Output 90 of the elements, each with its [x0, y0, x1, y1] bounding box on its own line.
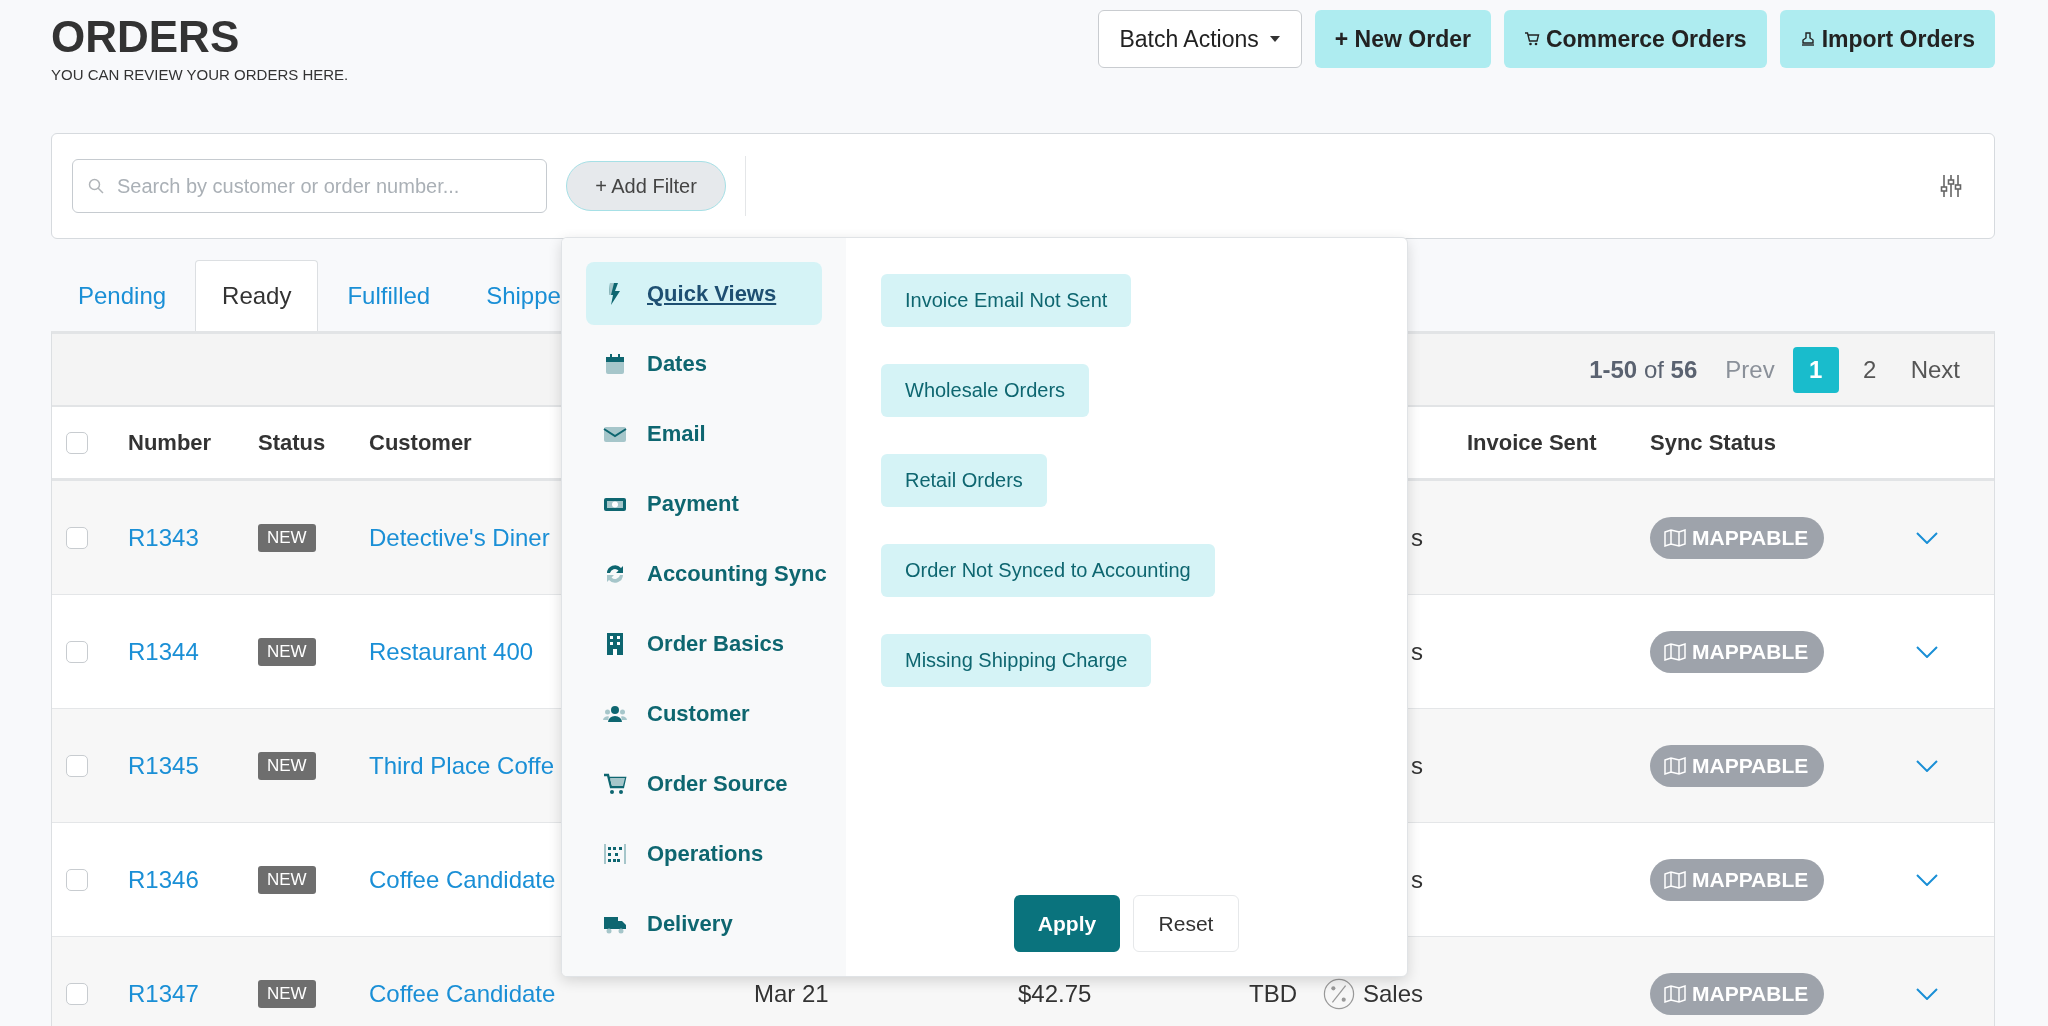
chevron-down-icon — [1916, 531, 1938, 544]
pagination-summary: 1-50 of 56 — [1589, 355, 1698, 384]
rt-circle-icon — [1323, 976, 1355, 1011]
caret-icon — [1268, 35, 1281, 43]
chevron-down-icon — [1916, 987, 1938, 1000]
tab[interactable]: Ready — [195, 260, 319, 331]
order-number-link[interactable]: R1346 — [128, 865, 199, 894]
add-filter-button[interactable]: + Add Filter — [566, 161, 726, 211]
table-cell: Mar 21 — [754, 979, 829, 1008]
search-field[interactable]: Search by customer or order number... — [72, 159, 547, 213]
column-header: Customer — [369, 429, 472, 456]
batch-actions-button[interactable]: Batch Actions — [1098, 10, 1302, 68]
filter-category[interactable]: Delivery — [586, 892, 822, 955]
table-cell: Sales — [1361, 979, 1423, 1008]
chevron-down-icon — [1916, 759, 1938, 772]
table-cell-text: s — [1410, 751, 1423, 780]
page-title: ORDERS — [51, 14, 241, 60]
sync-status-badge: MAPPABLE — [1650, 516, 1825, 559]
action-button[interactable]: Import Orders — [1779, 10, 1995, 68]
table-cell: $42.75 — [1018, 979, 1092, 1008]
checkbox[interactable] — [66, 982, 88, 1005]
column-header: Number — [128, 429, 212, 456]
status-badge: NEW — [258, 523, 316, 552]
cart-icon — [1523, 31, 1540, 47]
chevron-down-icon — [1916, 873, 1938, 886]
chevron-down-icon — [1916, 645, 1938, 658]
status-badge: NEW — [258, 865, 316, 894]
checkbox[interactable] — [66, 431, 88, 454]
order-number-link[interactable]: R1345 — [128, 751, 199, 780]
checkbox[interactable] — [66, 526, 88, 549]
map-icon — [1664, 756, 1686, 775]
column-header: Status — [258, 429, 326, 456]
calendar-icon — [603, 351, 627, 376]
checkbox[interactable] — [66, 868, 88, 891]
quick-view-chip[interactable]: Missing Shipping Charge — [881, 634, 1152, 687]
table-cell: TBD — [1249, 979, 1297, 1008]
stamp-icon — [1799, 31, 1816, 47]
status-badge: NEW — [258, 637, 316, 666]
column-header: Invoice Sent — [1467, 429, 1597, 456]
checkbox[interactable] — [66, 754, 88, 777]
quick-view-chip[interactable]: Retail Orders — [881, 454, 1047, 507]
cart-icon — [603, 771, 627, 796]
customer-link[interactable]: Coffee Candidate — [369, 865, 556, 894]
filter-category[interactable]: Dates — [586, 332, 822, 395]
filter-category[interactable]: Customer — [586, 682, 822, 745]
abacus-icon — [603, 841, 627, 866]
customer-link[interactable]: Restaurant 400 — [369, 637, 534, 666]
filter-category[interactable]: Payment — [586, 472, 822, 535]
customer-link[interactable]: Third Place Coffe — [369, 751, 554, 780]
order-number-link[interactable]: R1343 — [128, 523, 199, 552]
order-number-link[interactable]: R1347 — [128, 979, 199, 1008]
quick-view-chip[interactable]: Order Not Synced to Accounting — [881, 544, 1215, 597]
map-icon — [1664, 870, 1686, 889]
next-link[interactable]: Next — [1910, 355, 1960, 384]
filter-category[interactable]: Order Basics — [586, 612, 822, 675]
page-button[interactable]: 2 — [1846, 346, 1893, 393]
filter-category[interactable]: Order Source — [586, 752, 822, 815]
table-cell-text: s — [1410, 865, 1423, 894]
filter-category[interactable]: Accounting Sync — [586, 542, 831, 605]
status-badge: NEW — [258, 751, 316, 780]
status-badge: NEW — [258, 979, 316, 1008]
map-icon — [1664, 642, 1686, 661]
apply-button[interactable]: Apply — [1014, 895, 1120, 952]
settings-icon — [1938, 173, 1964, 199]
quick-view-chip[interactable]: Invoice Email Not Sent — [881, 274, 1132, 327]
checkbox[interactable] — [66, 640, 88, 663]
sync-status-badge: MAPPABLE — [1650, 630, 1825, 673]
page-subtitle: YOU CAN REVIEW YOUR ORDERS HERE. — [51, 66, 349, 83]
table-cell-text: s — [1410, 523, 1423, 552]
reset-button[interactable]: Reset — [1133, 895, 1239, 952]
customer-link[interactable]: Detective's Diner — [369, 523, 550, 552]
sync-status-badge: MAPPABLE — [1650, 858, 1825, 901]
tab[interactable]: Fulfilled — [320, 260, 458, 331]
action-button[interactable]: Commerce Orders — [1503, 10, 1767, 68]
column-header: Sync Status — [1650, 429, 1776, 456]
prev-link[interactable]: Prev — [1725, 355, 1775, 384]
sync-status-badge: MAPPABLE — [1650, 972, 1825, 1015]
filter-category[interactable]: Quick Views — [586, 262, 822, 325]
map-icon — [1664, 528, 1686, 547]
filter-category[interactable]: Operations — [586, 822, 822, 885]
tab[interactable]: Pending — [51, 260, 194, 331]
order-number-link[interactable]: R1344 — [128, 637, 199, 666]
search-icon — [88, 178, 104, 194]
filter-category[interactable]: Email — [586, 402, 822, 465]
quick-view-chip[interactable]: Wholesale Orders — [881, 364, 1090, 417]
map-icon — [1664, 984, 1686, 1003]
sync-status-badge: MAPPABLE — [1650, 744, 1825, 787]
customer-link[interactable]: Coffee Candidate — [369, 979, 556, 1008]
action-button[interactable]: + New Order — [1314, 10, 1491, 68]
table-cell-text: s — [1410, 637, 1423, 666]
